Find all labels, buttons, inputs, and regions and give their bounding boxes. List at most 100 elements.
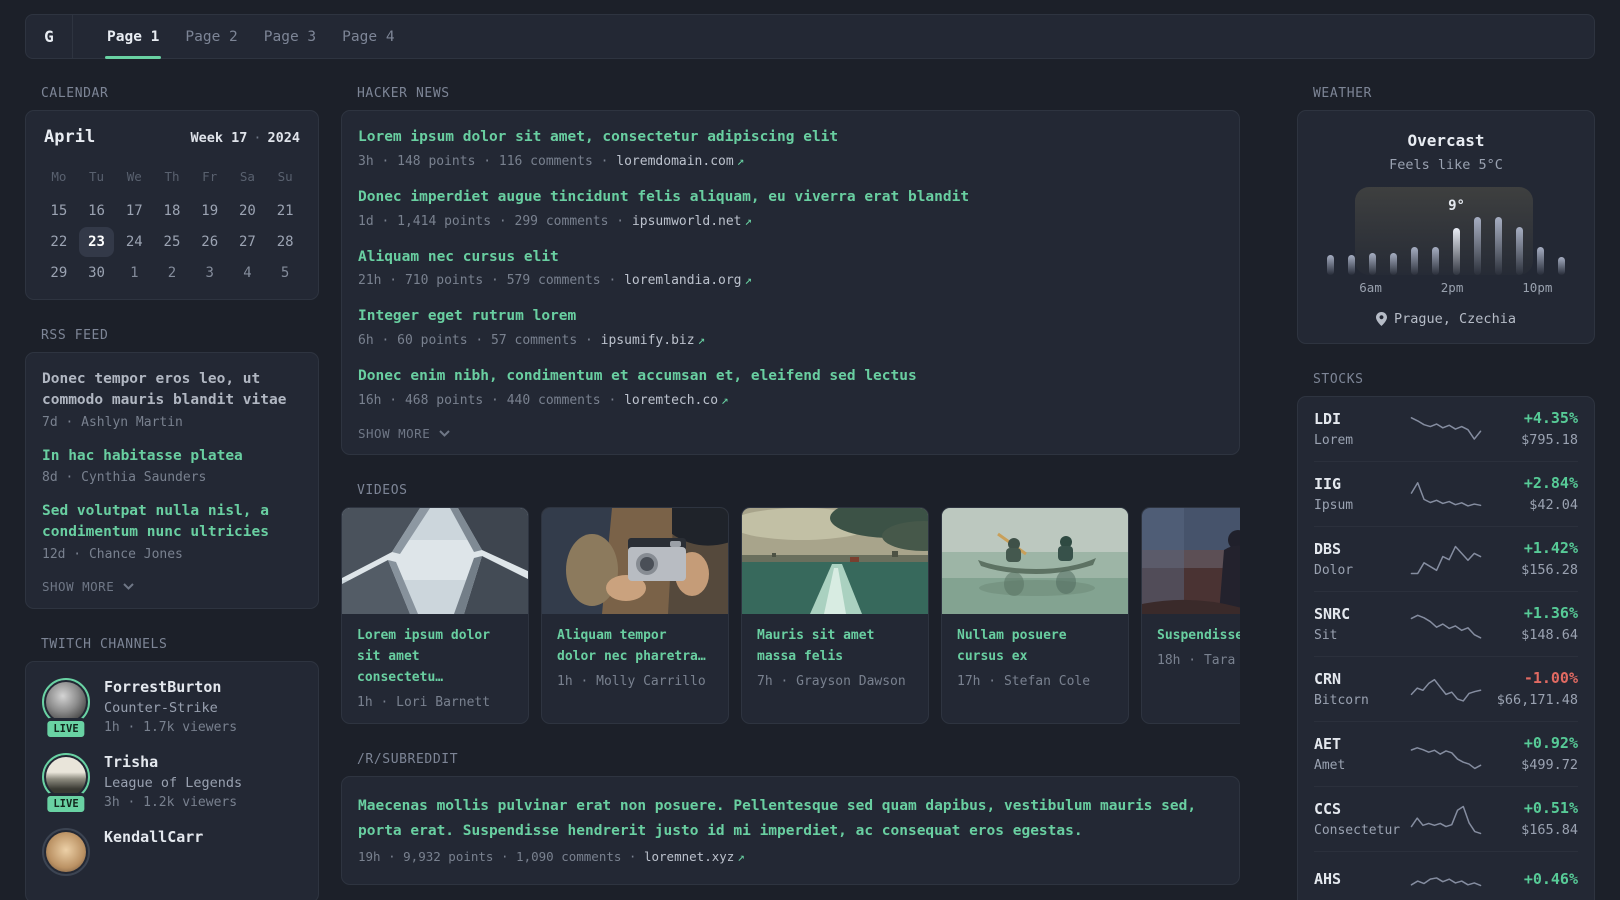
video-thumbnail-dark-field-figure[interactable]: [1142, 507, 1240, 614]
tab-page-1[interactable]: Page 1: [94, 15, 172, 59]
twitch-channel-row[interactable]: KendallCarr: [42, 827, 302, 886]
weather-bar: [1341, 187, 1362, 275]
video-card[interactable]: Suspendisse diam 18h · Tara: [1141, 506, 1240, 724]
video-title[interactable]: Suspendisse diam: [1157, 625, 1240, 646]
stock-symbol[interactable]: CCS: [1314, 800, 1410, 818]
calendar-day: 22: [50, 234, 68, 250]
weather-bar: [1467, 187, 1488, 275]
stock-name: Bitcorn: [1314, 692, 1369, 708]
stock-name: Sit: [1314, 627, 1338, 643]
rss-item-title[interactable]: In hac habitasse platea: [42, 446, 302, 467]
hour-label: [1552, 280, 1572, 295]
stock-sparkline: [1410, 412, 1482, 446]
hackernews-item-title[interactable]: Lorem ipsum dolor sit amet, consectetur …: [358, 127, 1223, 149]
stock-row[interactable]: DBS Dolor +1.42% $156.28: [1314, 526, 1578, 591]
video-thumbnail-canoe-lake[interactable]: [942, 507, 1129, 614]
rss-item-title[interactable]: Donec tempor eros leo, ut commodo mauris…: [42, 369, 302, 412]
hour-label: 10pm: [1522, 280, 1553, 295]
hackernews-item: Donec enim nibh, condimentum et accumsan…: [358, 366, 1223, 408]
tab-page-2[interactable]: Page 2: [172, 15, 250, 58]
hackernews-item-domain[interactable]: loremlandia.org: [624, 273, 741, 288]
video-thumbnail-hands-camera[interactable]: [542, 507, 729, 614]
tab-page-3[interactable]: Page 3: [251, 15, 329, 58]
hackernews-widget: HACKER NEWS Lorem ipsum dolor sit amet, …: [341, 86, 1240, 455]
stock-price: $795.18: [1521, 432, 1578, 448]
hackernews-item-domain[interactable]: loremtech.co: [624, 393, 718, 408]
hackernews-item-meta: 16h · 468 points · 440 comments · loremt…: [358, 391, 729, 408]
twitch-channel-row[interactable]: LIVE Trisha League of Legends 3h · 1.2k …: [42, 752, 302, 815]
stock-row[interactable]: AHS +0.46%: [1314, 851, 1578, 900]
video-title[interactable]: Lorem ipsum dolor sit amet consectetu…: [357, 625, 513, 688]
external-link-icon: ↗: [737, 848, 745, 864]
video-card[interactable]: Lorem ipsum dolor sit amet consectetu… 1…: [341, 506, 529, 724]
rss-widget: RSS FEED Donec tempor eros leo, ut commo…: [25, 328, 319, 609]
rss-item: Sed volutpat nulla nisl, a condimentum n…: [42, 501, 302, 562]
video-thumbnail-sea-wake[interactable]: [742, 507, 929, 614]
stocks-widget: STOCKS LDI Lorem +4.35% $795.18 IIG Ipsu…: [1297, 372, 1595, 900]
video-title[interactable]: Nullam posuere cursus ex: [957, 625, 1113, 667]
stock-symbol[interactable]: LDI: [1314, 410, 1410, 428]
channel-name[interactable]: KendallCarr: [104, 828, 203, 846]
video-card[interactable]: Nullam posuere cursus ex 17h · Stefan Co…: [941, 506, 1129, 724]
calendar-day: 20: [238, 203, 256, 219]
hackernews-item-domain[interactable]: loremdomain.com: [616, 154, 733, 169]
stock-price: $66,171.48: [1496, 692, 1578, 708]
stock-row[interactable]: LDI Lorem +4.35% $795.18: [1314, 397, 1578, 461]
stock-symbol[interactable]: CRN: [1314, 670, 1410, 688]
live-badge: LIVE: [44, 717, 88, 740]
stock-symbol[interactable]: IIG: [1314, 475, 1410, 493]
app-logo[interactable]: G: [26, 15, 73, 58]
rss-item: Donec tempor eros leo, ut commodo mauris…: [42, 369, 302, 430]
stock-name: Amet: [1314, 757, 1346, 773]
stock-symbol[interactable]: AHS: [1314, 870, 1410, 888]
stock-row[interactable]: CCS Consectetur +0.51% $165.84: [1314, 786, 1578, 851]
weather-bar: [1362, 187, 1383, 275]
channel-name[interactable]: ForrestBurton: [104, 678, 237, 696]
calendar-day: 25: [163, 234, 181, 250]
video-title[interactable]: Aliquam tempor dolor nec pharetra…: [557, 625, 713, 667]
calendar-day-next-month: 2: [167, 265, 177, 281]
stock-row[interactable]: SNRC Sit +1.36% $148.64: [1314, 591, 1578, 656]
stock-symbol[interactable]: AET: [1314, 735, 1410, 753]
stock-symbol[interactable]: SNRC: [1314, 605, 1410, 623]
stock-row[interactable]: IIG Ipsum +2.84% $42.04: [1314, 461, 1578, 526]
calendar-day: 15: [50, 203, 68, 219]
calendar-day: 17: [125, 203, 143, 219]
rss-card: Donec tempor eros leo, ut commodo mauris…: [25, 352, 319, 609]
video-card[interactable]: Aliquam tempor dolor nec pharetra… 1h · …: [541, 506, 729, 724]
stock-change: -1.00%: [1523, 669, 1578, 687]
rss-show-more-button[interactable]: SHOW MORE: [42, 579, 302, 594]
videos-widget: VIDEOS Lorem ipsum dolor sit amet consec…: [341, 483, 1240, 724]
video-thumbnail-concrete-monoliths[interactable]: [342, 507, 529, 614]
day-header: Tu: [89, 169, 105, 184]
hackernews-item-domain[interactable]: ipsumify.biz: [601, 333, 695, 348]
day-header: Mo: [51, 169, 67, 184]
weather-hourly-chart: 9°: [1314, 187, 1578, 275]
stock-row[interactable]: AET Amet +0.92% $499.72: [1314, 721, 1578, 786]
video-title[interactable]: Mauris sit amet massa felis: [757, 625, 913, 667]
hackernews-item-title[interactable]: Donec imperdiet augue tincidunt felis al…: [358, 187, 1223, 209]
hackernews-item-meta: 6h · 60 points · 57 comments · ipsumify.…: [358, 332, 706, 348]
channel-name[interactable]: Trisha: [104, 753, 242, 771]
twitch-channel-row[interactable]: LIVE ForrestBurton Counter-Strike 1h · 1…: [42, 677, 302, 740]
stock-row[interactable]: CRN Bitcorn -1.00% $66,171.48: [1314, 656, 1578, 721]
stock-sparkline: [1410, 477, 1482, 511]
subreddit-post-title[interactable]: Maecenas mollis pulvinar erat non posuer…: [358, 794, 1223, 844]
hackernews-show-more-button[interactable]: SHOW MORE: [358, 426, 1223, 441]
hour-label: [1421, 280, 1441, 295]
tab-page-4[interactable]: Page 4: [329, 15, 407, 58]
stock-symbol[interactable]: DBS: [1314, 540, 1410, 558]
day-header: Th: [164, 169, 180, 184]
subreddit-post-domain[interactable]: loremnet.xyz: [644, 849, 734, 864]
hackernews-item-title[interactable]: Aliquam nec cursus elit: [358, 247, 1223, 269]
live-badge: LIVE: [44, 792, 88, 815]
weather-widget-title: WEATHER: [1313, 86, 1372, 101]
stock-sparkline: [1410, 607, 1482, 641]
hackernews-item-domain[interactable]: ipsumworld.net: [632, 214, 742, 229]
video-card[interactable]: Mauris sit amet massa felis 7h · Grayson…: [741, 506, 929, 724]
weather-bar: [1530, 187, 1551, 275]
hackernews-item-title[interactable]: Donec enim nibh, condimentum et accumsan…: [358, 366, 1223, 388]
stock-sparkline: [1410, 672, 1482, 706]
hackernews-item-title[interactable]: Integer eget rutrum lorem: [358, 306, 1223, 328]
rss-item-title[interactable]: Sed volutpat nulla nisl, a condimentum n…: [42, 501, 302, 544]
